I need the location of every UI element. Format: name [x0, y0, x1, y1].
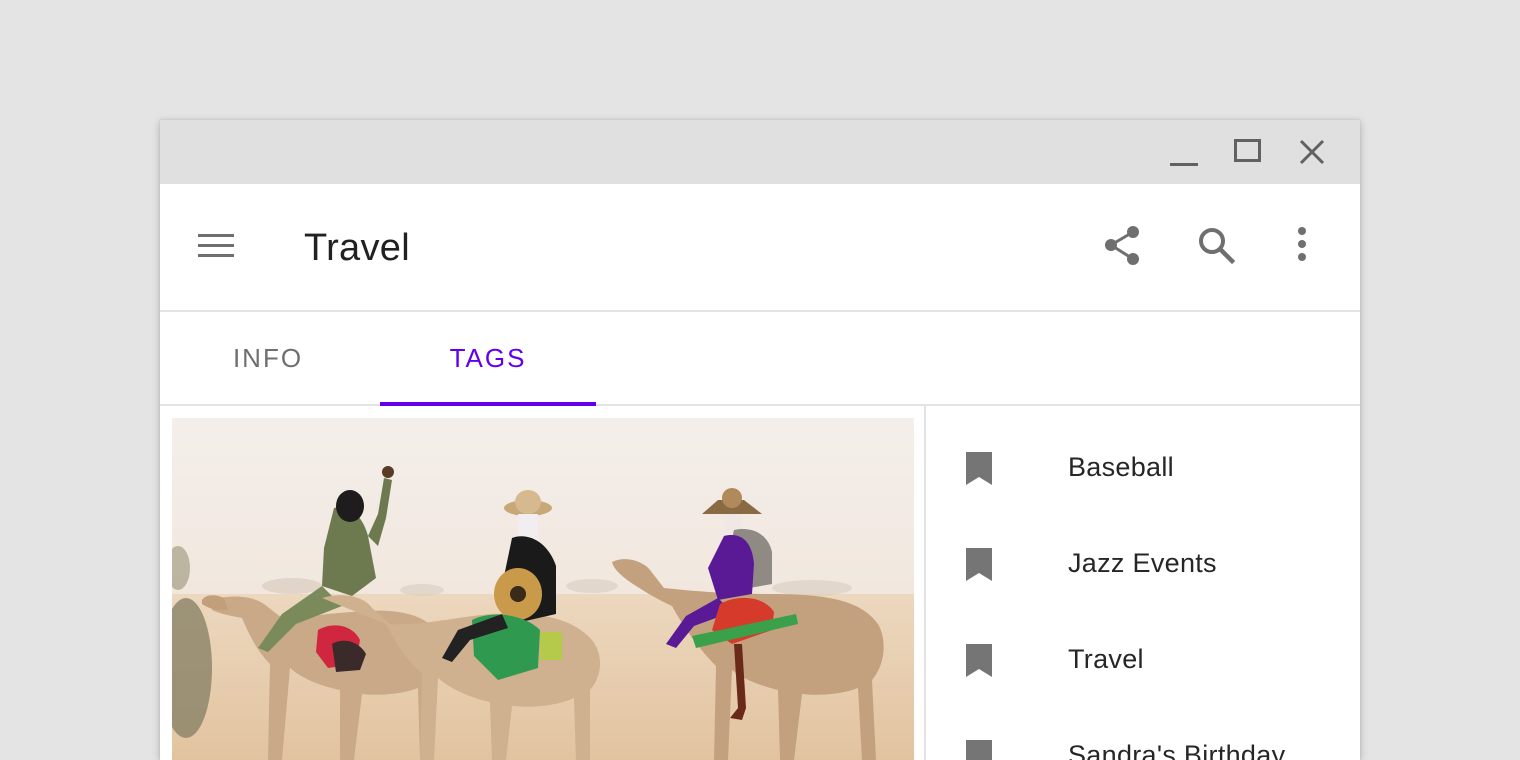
app-window: Travel INFO TAGS Baseball Jazz Events Tr… — [160, 120, 1360, 760]
menu-button[interactable] — [188, 218, 244, 274]
tag-list: Baseball Jazz Events Travel Sandra's Bir… — [926, 406, 1360, 760]
minimize-button[interactable] — [1152, 120, 1216, 184]
camel-riders-image — [172, 418, 914, 760]
tag-item-sandras-birthday[interactable]: Sandra's Birthday — [926, 694, 1360, 760]
share-button[interactable] — [1094, 218, 1150, 274]
maximize-icon — [1234, 139, 1261, 162]
travel-photo — [172, 418, 914, 760]
tab-info[interactable]: INFO — [160, 312, 376, 404]
more-options-button[interactable] — [1274, 218, 1330, 274]
search-icon — [1199, 228, 1236, 265]
tag-label: Jazz Events — [1068, 548, 1217, 578]
tag-item-baseball[interactable]: Baseball — [926, 406, 1360, 502]
tag-item-jazz-events[interactable]: Jazz Events — [926, 502, 1360, 598]
tag-item-travel[interactable]: Travel — [926, 598, 1360, 694]
share-icon — [1105, 226, 1139, 265]
bookmark-icon — [966, 548, 992, 581]
menu-icon — [198, 234, 234, 257]
bookmark-icon — [966, 644, 992, 677]
app-bar: Travel — [160, 184, 1360, 312]
page-title: Travel — [304, 227, 410, 269]
bookmark-icon — [966, 452, 992, 485]
tag-label: Sandra's Birthday — [1068, 740, 1286, 760]
window-titlebar — [160, 120, 1360, 184]
minimize-icon — [1170, 163, 1198, 166]
tag-label: Baseball — [1068, 452, 1174, 482]
close-icon — [1299, 139, 1325, 165]
maximize-button[interactable] — [1216, 120, 1280, 184]
tab-tags[interactable]: TAGS — [380, 312, 596, 404]
search-button[interactable] — [1189, 218, 1245, 274]
bookmark-icon — [966, 740, 992, 760]
tag-label: Travel — [1068, 644, 1144, 674]
tab-indicator — [380, 402, 596, 406]
more-vert-icon — [1298, 227, 1306, 261]
tab-bar: INFO TAGS — [160, 312, 1360, 406]
close-button[interactable] — [1280, 120, 1344, 184]
